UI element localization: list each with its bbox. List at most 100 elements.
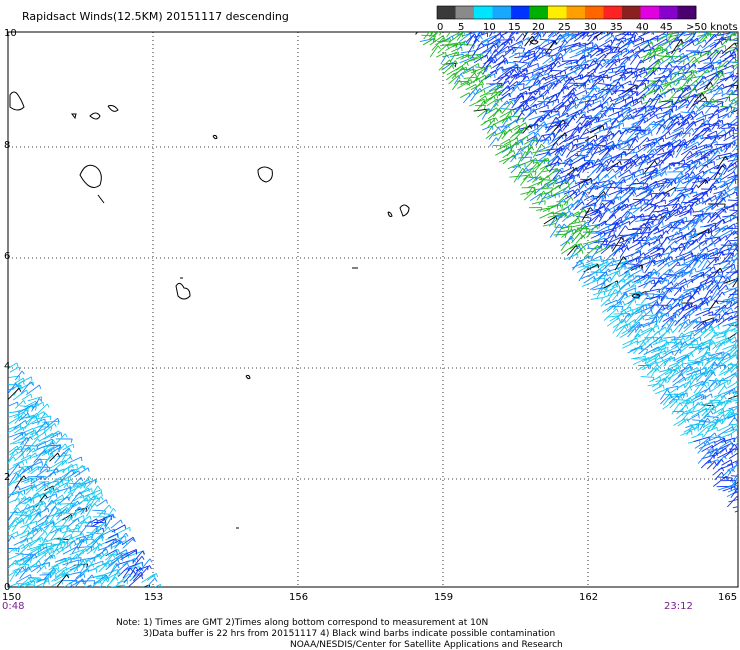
wind-barb-flag bbox=[587, 106, 589, 111]
wind-barb-flag bbox=[633, 215, 636, 220]
wind-barb-flag bbox=[717, 113, 719, 118]
wind-barb bbox=[590, 271, 607, 273]
wind-barb-flag bbox=[422, 23, 423, 27]
wind-barb-flag bbox=[644, 356, 646, 361]
wind-barb bbox=[472, 20, 479, 32]
wind-barb-flag bbox=[739, 175, 740, 179]
wind-barb-flag bbox=[717, 165, 720, 170]
wind-barb-flag bbox=[581, 23, 582, 27]
wind-barb-flag bbox=[494, 73, 496, 78]
legend-swatch bbox=[455, 6, 475, 19]
wind-barb-flag bbox=[481, 83, 483, 89]
wind-barb-flag bbox=[664, 93, 666, 98]
wind-barb-flag bbox=[636, 341, 638, 346]
wind-barb-flag bbox=[548, 20, 550, 24]
wind-barb-flag bbox=[528, 23, 529, 27]
legend-swatch bbox=[640, 6, 660, 19]
wind-barb-flag bbox=[736, 216, 738, 221]
wind-barb bbox=[424, 24, 434, 29]
wind-barb-flag bbox=[521, 141, 524, 146]
wind-barb-flag bbox=[685, 216, 688, 222]
legend-swatch bbox=[548, 6, 567, 19]
wind-barb-flag bbox=[690, 211, 692, 216]
legend-swatch bbox=[474, 6, 493, 19]
legend-swatch bbox=[603, 6, 623, 19]
legend-tick-label: 10 bbox=[483, 22, 496, 33]
wind-barb-flag bbox=[597, 264, 600, 269]
wind-barb-flag bbox=[454, 27, 456, 30]
wind-barb-flag bbox=[727, 244, 729, 249]
wind-barb-flag bbox=[690, 292, 692, 297]
wind-barb-flag bbox=[640, 242, 642, 247]
wind-barb-flag bbox=[622, 122, 625, 127]
legend-tick-label: 40 bbox=[636, 22, 649, 33]
legend-swatch bbox=[511, 6, 530, 19]
wind-barb-flag bbox=[551, 25, 552, 29]
wind-barb-flag bbox=[603, 275, 606, 280]
wind-barb-flag bbox=[503, 23, 505, 26]
wind-barb-flag bbox=[496, 27, 498, 30]
legend-swatch bbox=[677, 6, 697, 19]
wind-barb-flag bbox=[598, 28, 600, 31]
wind-barb bbox=[413, 23, 423, 29]
wind-barb-flag bbox=[523, 83, 525, 88]
wind-barb-flag bbox=[649, 23, 650, 27]
wind-barb bbox=[675, 24, 686, 30]
wind-barb bbox=[624, 24, 635, 29]
wind-barb-flag bbox=[543, 101, 545, 106]
wind-barb-flag bbox=[539, 90, 541, 95]
wind-barb-flag bbox=[644, 83, 647, 88]
legend-tick-label: 25 bbox=[558, 22, 571, 33]
wind-barb-flag bbox=[653, 55, 656, 60]
wind-barb-flag bbox=[575, 70, 577, 75]
wind-barb-flag bbox=[721, 102, 724, 107]
wind-barb-flag bbox=[642, 182, 645, 187]
wind-barb-flag bbox=[715, 130, 718, 135]
wind-barb-flag bbox=[628, 221, 631, 226]
wind-barb-flag bbox=[704, 395, 707, 400]
wind-barb-flag bbox=[738, 21, 739, 25]
wind-barb-flag bbox=[668, 69, 671, 74]
wind-barb-flag bbox=[727, 381, 729, 386]
wind-barb-flag bbox=[716, 99, 719, 104]
legend-swatch bbox=[622, 6, 641, 19]
wind-barb-flag bbox=[724, 18, 726, 22]
wind-barb-flag bbox=[605, 140, 607, 145]
wind-barb bbox=[442, 32, 443, 33]
wind-barb-flag bbox=[518, 52, 521, 57]
wind-map: Rapidsact Winds(12.5KM) 20151117 descend… bbox=[2, 5, 740, 650]
wind-barb-flag bbox=[548, 53, 550, 58]
wind-barb-flag bbox=[571, 66, 573, 71]
legend-tick-label: >50 knots bbox=[686, 22, 738, 33]
wind-barb-flag bbox=[699, 316, 702, 321]
legend-tick-label: 35 bbox=[610, 22, 623, 33]
wind-barb-flag bbox=[570, 60, 572, 65]
wind-barb-flag bbox=[522, 21, 523, 25]
wind-barb-flag bbox=[606, 123, 608, 128]
wind-barb-flag bbox=[617, 163, 619, 168]
wind-barb-flag bbox=[639, 290, 641, 296]
wind-speed-legend: 0 5 10 15 20 25 30 35 40 45 >50 knots bbox=[436, 5, 738, 33]
wind-barb-flag bbox=[714, 242, 716, 248]
wind-barb bbox=[632, 182, 649, 185]
wind-barb-flag bbox=[662, 247, 664, 252]
wind-barb-flag bbox=[641, 264, 644, 269]
wind-barb-flag bbox=[527, 26, 528, 30]
legend-swatch bbox=[529, 6, 549, 19]
wind-barb-flag bbox=[595, 134, 598, 139]
wind-barb-flag bbox=[708, 347, 711, 352]
legend-swatch bbox=[492, 6, 512, 19]
wind-barb-flag bbox=[479, 20, 482, 23]
wind-barb-flag bbox=[732, 129, 735, 134]
wind-barb-flag bbox=[683, 20, 684, 24]
wind-barb-flag bbox=[604, 282, 606, 287]
legend-swatch bbox=[566, 6, 586, 19]
wind-barb-flag bbox=[552, 211, 555, 216]
legend-swatch bbox=[585, 6, 604, 19]
wind-barb-flag bbox=[739, 97, 740, 101]
wind-barb bbox=[464, 18, 473, 29]
map-title: Rapidsact Winds(12.5KM) 20151117 descend… bbox=[22, 10, 289, 23]
wind-barb bbox=[606, 186, 622, 189]
wind-barb-flag bbox=[682, 127, 685, 132]
map-frame bbox=[7, 31, 739, 588]
